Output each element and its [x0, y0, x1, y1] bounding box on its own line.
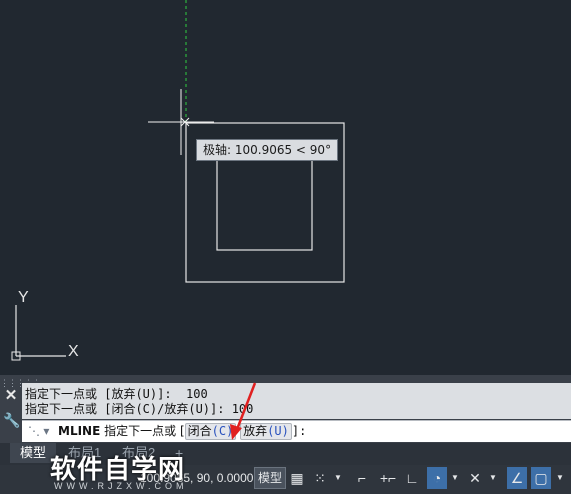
chevron-down-icon[interactable]: ▼ — [333, 467, 343, 489]
dynamic-input-icon[interactable]: +⌐ — [378, 467, 398, 489]
annotation-arrow — [230, 382, 257, 440]
grid-icon[interactable]: ▦ — [287, 467, 307, 489]
watermark-url: WWW.RJZXW.COM — [54, 481, 188, 491]
model-space-button[interactable]: 模型 — [254, 467, 286, 489]
watermark: 软件自学网 WWW.RJZXW.COM — [50, 446, 200, 494]
chevron-down-icon[interactable]: ▼ — [555, 467, 565, 489]
chevron-down-icon[interactable]: ▼ — [450, 467, 460, 489]
isometric-drafting-icon[interactable]: ✕ — [465, 467, 485, 489]
polar-tracking-icon[interactable]: ◔ — [427, 467, 447, 489]
infer-constraints-icon[interactable]: ⌐ — [352, 467, 372, 489]
object-snap-tracking-icon[interactable]: ∠ — [507, 467, 527, 489]
snap-icon[interactable]: ⁙ — [310, 467, 330, 489]
chevron-down-icon[interactable]: ▼ — [488, 467, 498, 489]
object-snap-icon[interactable]: ▢ — [531, 467, 551, 489]
ortho-icon[interactable]: ∟ — [402, 467, 422, 489]
